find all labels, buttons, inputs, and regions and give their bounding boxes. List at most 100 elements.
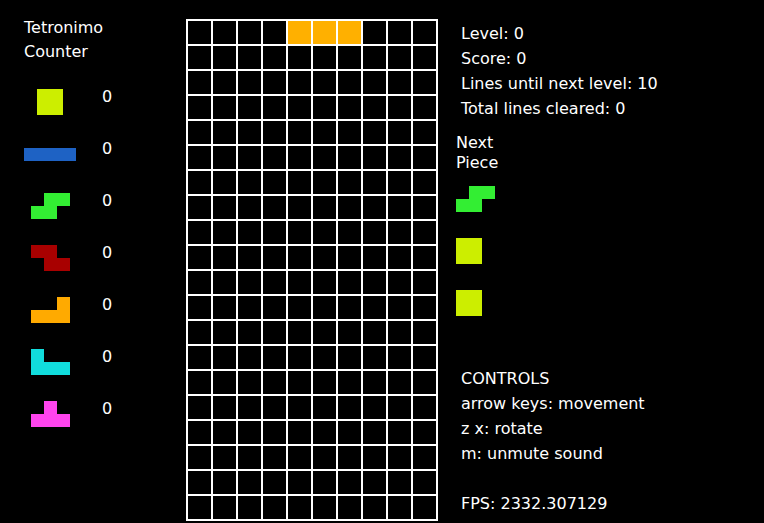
- board-cell: [312, 495, 337, 520]
- board-cell: [337, 495, 362, 520]
- board-cell: [362, 320, 387, 345]
- next-piece-title: Next Piece: [456, 133, 516, 173]
- board-cell: [312, 470, 337, 495]
- board-cell: [337, 145, 362, 170]
- board-cell: [387, 445, 412, 470]
- board-cell: [337, 245, 362, 270]
- board-cell: [187, 395, 212, 420]
- board-cell: [237, 295, 262, 320]
- board-cell: [262, 95, 287, 120]
- board-cell: [287, 495, 312, 520]
- board-cell: [237, 270, 262, 295]
- board-cell: [262, 395, 287, 420]
- board-cell: [412, 245, 437, 270]
- board-cell: [312, 170, 337, 195]
- board-cell: [287, 170, 312, 195]
- board-cell: [262, 270, 287, 295]
- board-cell: [412, 195, 437, 220]
- l-piece-icon: [31, 297, 70, 323]
- control-line: z x: rotate: [461, 416, 658, 441]
- counter-row: 0: [24, 180, 186, 232]
- board-cell: [412, 95, 437, 120]
- board-cell: [412, 170, 437, 195]
- board-cell: [262, 45, 287, 70]
- board-cell: [412, 320, 437, 345]
- counter-row: 0: [24, 388, 186, 440]
- board-cell: [287, 395, 312, 420]
- board-cell: [262, 70, 287, 95]
- board-cell: [387, 270, 412, 295]
- board-cell: [212, 95, 237, 120]
- board-cell: [237, 395, 262, 420]
- board-cell: [412, 20, 437, 45]
- board-cell: [412, 120, 437, 145]
- game-board[interactable]: [186, 19, 438, 521]
- piece-box: [24, 349, 76, 375]
- board-cell: [187, 245, 212, 270]
- board-cell: [337, 395, 362, 420]
- board-cell: [387, 420, 412, 445]
- board-cell: [387, 45, 412, 70]
- board-cell: [387, 170, 412, 195]
- board-cell: [187, 145, 212, 170]
- board-cell: [362, 420, 387, 445]
- board-cell: [262, 245, 287, 270]
- board-cell: [262, 20, 287, 45]
- board-cell: [237, 70, 262, 95]
- board-cell: [337, 345, 362, 370]
- board-cell: [212, 295, 237, 320]
- board-cell: [237, 345, 262, 370]
- board-cell: [387, 245, 412, 270]
- board-cell: [237, 445, 262, 470]
- board-cell: [262, 320, 287, 345]
- z-piece-icon: [31, 245, 70, 271]
- board-cell: [362, 120, 387, 145]
- stat-line: Score: 0: [461, 46, 658, 71]
- t-piece-icon: [31, 401, 70, 427]
- board-cell: [212, 195, 237, 220]
- board-cell: [187, 420, 212, 445]
- board-cell: [362, 245, 387, 270]
- board-cell: [287, 420, 312, 445]
- board-cell: [412, 395, 437, 420]
- piece-count: 0: [102, 139, 112, 158]
- stat-line: Total lines cleared: 0: [461, 96, 658, 121]
- board-cell: [237, 220, 262, 245]
- board-cell: [362, 170, 387, 195]
- counter-row: 0: [24, 232, 186, 284]
- board-cell: [187, 95, 212, 120]
- board-cell: [237, 45, 262, 70]
- board-cell: [212, 345, 237, 370]
- board-cell: [262, 445, 287, 470]
- j-piece-icon: [31, 349, 70, 375]
- board-cell: [237, 370, 262, 395]
- board-cell: [387, 145, 412, 170]
- board-cell: [212, 270, 237, 295]
- board-cell: [187, 195, 212, 220]
- board-cell: [187, 345, 212, 370]
- board-cell: [312, 395, 337, 420]
- next-piece: [456, 225, 658, 277]
- board-cell: [412, 45, 437, 70]
- board-cell: [412, 345, 437, 370]
- control-line: CONTROLS: [461, 366, 658, 391]
- board-cell: [362, 45, 387, 70]
- board-cell: [187, 170, 212, 195]
- board-cell: [212, 470, 237, 495]
- filled-cell: [287, 20, 312, 45]
- board-cell: [312, 95, 337, 120]
- board-cell: [362, 295, 387, 320]
- board-cell: [187, 45, 212, 70]
- board-cell: [237, 95, 262, 120]
- board-cell: [312, 320, 337, 345]
- board-cell: [187, 20, 212, 45]
- piece-box: [24, 148, 76, 161]
- o-piece-icon: [456, 238, 482, 264]
- board-cell: [337, 170, 362, 195]
- board-cell: [287, 370, 312, 395]
- board-cell: [212, 395, 237, 420]
- board-cell: [387, 395, 412, 420]
- controls: CONTROLSarrow keys: movementz x: rotatem…: [461, 366, 658, 466]
- board-cell: [362, 70, 387, 95]
- counter-row: 0: [24, 284, 186, 336]
